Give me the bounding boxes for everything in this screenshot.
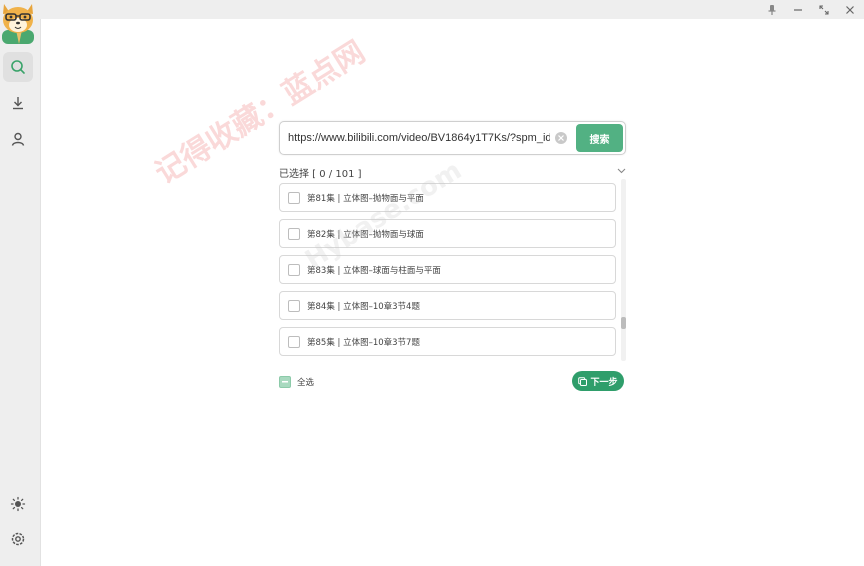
episode-checkbox[interactable] xyxy=(288,263,300,276)
episode-checkbox[interactable] xyxy=(288,227,300,240)
select-all-label: 全选 xyxy=(297,378,315,388)
episode-checkbox[interactable] xyxy=(288,191,300,204)
user-icon xyxy=(11,132,25,146)
theme-toggle-button[interactable] xyxy=(3,489,33,519)
episode-label: 第81集 | 立体图–抛物面与平面 xyxy=(307,193,424,204)
url-input[interactable]: https://www.bilibili.com/video/BV1864y1T… xyxy=(288,122,550,154)
list-item[interactable]: 第82集 | 立体图–抛物面与球面 xyxy=(279,219,616,248)
pin-icon xyxy=(768,4,776,15)
episode-label: 第85集 | 立体图–10章3节7题 xyxy=(307,337,420,348)
close-button[interactable] xyxy=(842,2,858,17)
settings-button[interactable] xyxy=(3,524,33,554)
minimize-icon xyxy=(794,8,802,11)
title-bar xyxy=(40,0,864,19)
episode-list: 第81集 | 立体图–抛物面与平面 第82集 | 立体图–抛物面与球面 第83集… xyxy=(279,179,626,361)
clear-icon xyxy=(558,135,564,141)
clear-button[interactable] xyxy=(555,132,567,144)
episode-label: 第84集 | 立体图–10章3节4题 xyxy=(307,301,420,312)
settings-icon xyxy=(11,532,25,546)
next-step-label: 下一步 xyxy=(590,377,618,388)
maximize-button[interactable] xyxy=(816,2,832,17)
episode-checkbox[interactable] xyxy=(288,299,300,312)
search-icon xyxy=(11,60,25,74)
next-step-button[interactable]: 下一步 xyxy=(572,371,624,391)
list-item[interactable]: 第83集 | 立体图–球面与柱面与平面 xyxy=(279,255,616,284)
nav-download-button[interactable] xyxy=(3,88,33,118)
nav-search-button[interactable] xyxy=(3,52,33,82)
episode-label: 第82集 | 立体图–抛物面与球面 xyxy=(307,229,424,240)
chevron-down-icon[interactable] xyxy=(617,166,626,177)
selection-header: 已选择 [ 0 / 101 ] xyxy=(279,165,626,180)
search-button[interactable]: 搜索 xyxy=(576,124,623,152)
list-scrollbar[interactable] xyxy=(621,179,626,361)
scrollbar-thumb[interactable] xyxy=(621,317,626,329)
copy-icon xyxy=(578,376,588,386)
brightness-icon xyxy=(10,496,26,512)
select-all-toggle[interactable]: 全选 xyxy=(279,376,314,388)
list-item[interactable]: 第85集 | 立体图–10章3节7题 xyxy=(279,327,616,356)
nav-user-button[interactable] xyxy=(3,124,33,154)
watermark: 记得收藏：蓝点网 xyxy=(149,34,372,192)
download-icon xyxy=(13,97,23,110)
episode-label: 第83集 | 立体图–球面与柱面与平面 xyxy=(307,265,441,276)
avatar[interactable] xyxy=(0,0,36,46)
list-item[interactable]: 第84集 | 立体图–10章3节4题 xyxy=(279,291,616,320)
list-footer: 全选 下一步 xyxy=(279,371,626,393)
sidebar xyxy=(0,0,41,566)
search-bar: https://www.bilibili.com/video/BV1864y1T… xyxy=(279,121,626,155)
maximize-icon xyxy=(819,4,829,15)
episode-checkbox[interactable] xyxy=(288,335,300,348)
pin-button[interactable] xyxy=(764,2,780,17)
minimize-button[interactable] xyxy=(790,2,806,17)
select-all-checkbox[interactable] xyxy=(279,376,291,388)
close-icon xyxy=(846,5,854,14)
list-item[interactable]: 第81集 | 立体图–抛物面与平面 xyxy=(279,183,616,212)
